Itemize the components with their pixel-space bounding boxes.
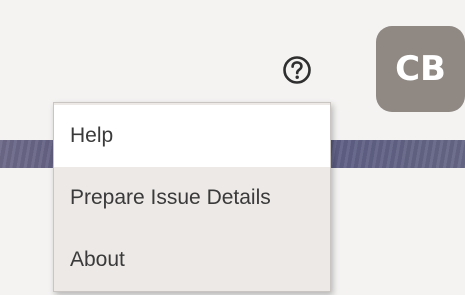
help-icon[interactable] bbox=[282, 55, 312, 85]
menu-item-help[interactable]: Help bbox=[54, 105, 330, 167]
menu-item-about[interactable]: About bbox=[54, 229, 330, 291]
menu-item-prepare-issue-details[interactable]: Prepare Issue Details bbox=[54, 167, 330, 229]
avatar[interactable]: CB bbox=[376, 26, 465, 112]
help-dropdown-menu: Help Prepare Issue Details About bbox=[53, 102, 331, 292]
